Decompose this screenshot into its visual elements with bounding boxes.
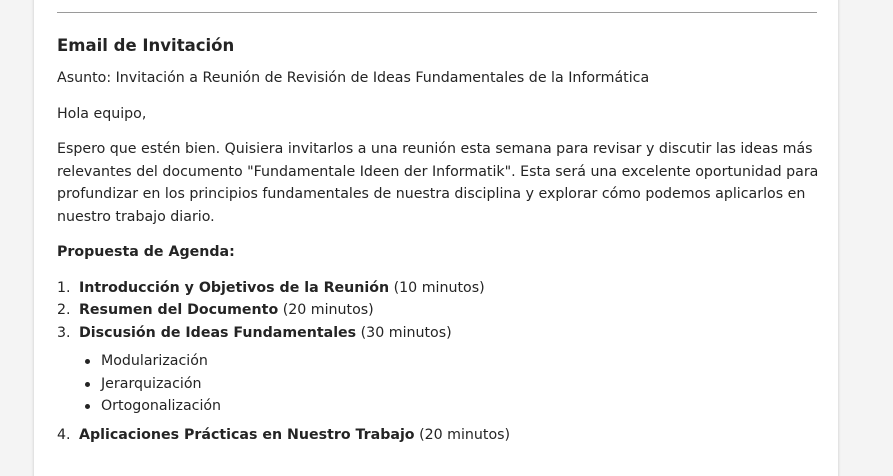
agenda-list-continued: 4. Aplicaciones Prácticas en Nuestro Tra… <box>57 424 827 447</box>
sub-item-label: Jerarquización <box>101 375 202 392</box>
email-body: Espero que estén bien. Quisiera invitarl… <box>57 141 819 225</box>
agenda-list: 1. Introducción y Objetivos de la Reunió… <box>57 277 827 345</box>
agenda-item-title: Resumen del Documento <box>79 302 279 318</box>
email-greeting: Hola equipo, <box>57 105 147 122</box>
agenda-title: Propuesta de Agenda: <box>57 244 235 260</box>
email-subject: Asunto: Invitación a Reunión de Revisión… <box>57 70 650 86</box>
agenda-item-title: Introducción y Objetivos de la Reunión <box>79 279 390 296</box>
agenda-item: 1. Introducción y Objetivos de la Reunió… <box>57 277 827 300</box>
sub-item: Modularización <box>57 350 827 373</box>
agenda-item-number: 3. <box>57 324 71 341</box>
sub-item: Ortogonalización <box>57 395 827 418</box>
page: Email de Invitación Asunto: Invitación a… <box>0 0 893 476</box>
agenda-item-number: 1. <box>57 279 71 296</box>
agenda-item-duration: (10 minutos) <box>389 279 485 296</box>
sub-item-list: Modularización Jerarquización Ortogonali… <box>57 350 827 418</box>
sub-item-label: Modularización <box>101 353 208 369</box>
agenda-item-title: Discusión de Ideas Fundamentales <box>79 324 357 341</box>
agenda-item-duration: (20 minutos) <box>414 426 511 443</box>
sub-item-label: Ortogonalización <box>101 398 222 414</box>
agenda-item: 3. Discusión de Ideas Fundamentales (30 … <box>57 322 827 345</box>
agenda-item-number: 4. <box>57 426 71 443</box>
agenda-item: 2. Resumen del Documento (20 minutos) <box>57 299 827 322</box>
bullet-icon <box>85 404 90 409</box>
bullet-icon <box>85 381 90 387</box>
section-divider <box>57 12 817 13</box>
sub-item: Jerarquización <box>57 373 827 396</box>
email-heading: Email de Invitación <box>57 36 235 55</box>
email-content: Email de Invitación Asunto: Invitación a… <box>57 34 827 446</box>
bullet-icon <box>85 359 90 364</box>
agenda-item-title: Aplicaciones Prácticas en Nuestro Trabaj… <box>79 426 415 443</box>
agenda-item-duration: (30 minutos) <box>356 324 452 341</box>
agenda-item-number: 2. <box>57 302 71 318</box>
agenda-item-duration: (20 minutos) <box>278 302 374 318</box>
agenda-item: 4. Aplicaciones Prácticas en Nuestro Tra… <box>57 424 827 447</box>
